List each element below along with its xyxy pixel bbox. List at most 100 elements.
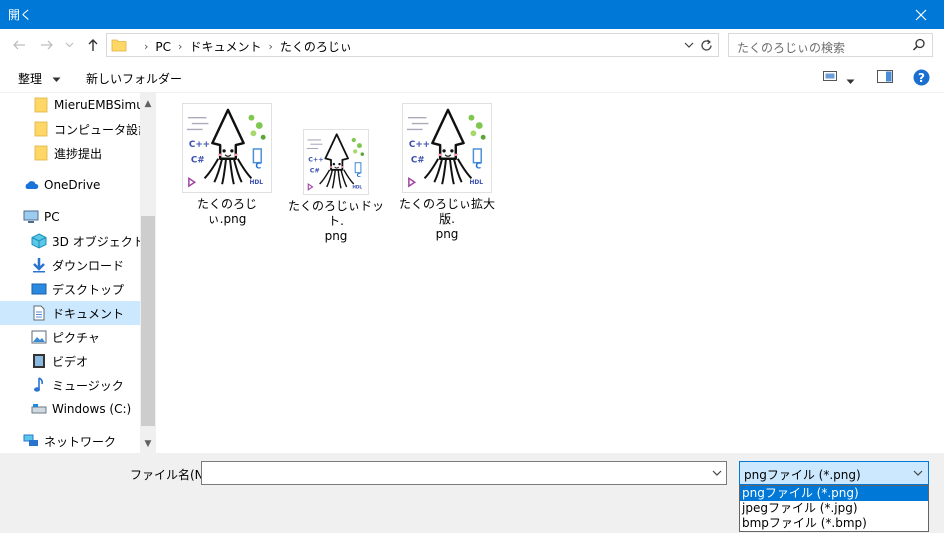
scroll-down-arrow-icon[interactable]: ▼	[140, 436, 156, 452]
sidebar-item-label: コンピュータ設計法	[54, 122, 140, 137]
cloud-icon	[23, 177, 39, 193]
filetype-option-jpg[interactable]: jpegファイル (*.jpg)	[740, 501, 928, 516]
up-arrow-icon	[88, 39, 98, 51]
window-title: 開く	[8, 8, 33, 22]
file-thumbnail	[402, 103, 492, 193]
cube-icon	[31, 233, 47, 249]
organize-label: 整理	[18, 72, 43, 86]
refresh-button[interactable]	[698, 37, 715, 54]
chevron-down-icon[interactable]	[684, 39, 694, 51]
close-button[interactable]	[898, 0, 944, 29]
sidebar-item-label: デスクトップ	[52, 282, 125, 297]
chevron-down-icon[interactable]	[712, 467, 722, 479]
filetype-selected: pngファイル (*.png)	[744, 468, 861, 482]
title-bar: 開く	[0, 0, 944, 29]
chevron-right-icon: ›	[144, 40, 149, 53]
file-thumbnail	[303, 129, 369, 195]
breadcrumb-current-folder[interactable]: たくのろじぃ	[280, 38, 352, 55]
recent-locations-button[interactable]	[63, 36, 75, 54]
computer-icon	[23, 209, 39, 225]
network-icon	[23, 433, 39, 449]
svg-text:?: ?	[918, 71, 925, 85]
sidebar-item-label: Windows (C:)	[52, 402, 132, 416]
search-placeholder: たくのろじぃの検索	[737, 41, 846, 55]
chevron-down-icon	[913, 470, 923, 476]
filetype-option-png[interactable]: pngファイル (*.png)	[740, 486, 928, 501]
sidebar-item-label: MieruEMBSimulator	[54, 98, 140, 112]
sidebar-item-label: ビデオ	[52, 354, 89, 369]
sidebar-item-label: ダウンロード	[52, 258, 125, 273]
sidebar-scrollbar[interactable]: ▲ ▼	[140, 93, 156, 453]
file-item[interactable]: たくのろじぃ拡大版. png	[399, 103, 495, 242]
help-button[interactable]: ?	[913, 69, 930, 89]
change-view-button[interactable]	[823, 70, 837, 85]
scrollbar-thumb[interactable]	[141, 216, 155, 426]
sidebar-item-mieruembsimulator[interactable]: MieruEMBSimulator	[0, 93, 140, 117]
file-name: png	[435, 227, 459, 241]
sidebar-item-documents[interactable]: ドキュメント	[0, 301, 140, 325]
preview-pane-icon	[877, 70, 893, 83]
sidebar-item-music[interactable]: ミュージック	[0, 373, 140, 397]
document-icon	[31, 305, 47, 321]
chevron-right-icon: ›	[178, 40, 183, 53]
sidebar-item-computer-design[interactable]: コンピュータ設計法	[0, 117, 140, 141]
folder-icon	[33, 97, 49, 113]
back-arrow-icon	[13, 40, 25, 50]
file-name: png	[324, 229, 348, 243]
sidebar-item-label: ドキュメント	[52, 306, 125, 321]
forward-arrow-icon	[41, 40, 53, 50]
filetype-select[interactable]: pngファイル (*.png)	[739, 461, 929, 485]
new-folder-button[interactable]: 新しいフォルダー	[86, 70, 182, 87]
back-button[interactable]	[10, 36, 28, 54]
scroll-up-arrow-icon[interactable]: ▲	[140, 96, 156, 112]
refresh-icon	[701, 39, 712, 51]
filetype-dropdown-list: pngファイル (*.png) jpegファイル (*.jpg) bmpファイル…	[739, 485, 929, 532]
folder-icon	[33, 121, 49, 137]
file-thumbnail	[182, 103, 272, 193]
filetype-option-bmp[interactable]: bmpファイル (*.bmp)	[740, 516, 928, 531]
sidebar-item-label: 進捗提出	[54, 146, 103, 161]
breadcrumb-documents[interactable]: ドキュメント	[189, 38, 261, 55]
file-item[interactable]: たくのろじぃドット. png	[288, 129, 384, 244]
filename-input[interactable]	[201, 461, 727, 485]
sidebar-item-network[interactable]: ネットワーク	[0, 429, 140, 453]
sidebar-item-desktop[interactable]: デスクトップ	[0, 277, 140, 301]
file-name: たくのろじぃ拡大版.	[399, 197, 496, 226]
search-box[interactable]: たくのろじぃの検索	[728, 33, 933, 57]
file-name: たくのろじぃ.png	[196, 197, 257, 226]
preview-pane-button[interactable]	[877, 70, 893, 86]
chevron-down-icon	[65, 42, 73, 48]
chevron-right-icon: ›	[268, 40, 273, 53]
sidebar-item-pictures[interactable]: ピクチャ	[0, 325, 140, 349]
drive-icon	[31, 401, 47, 417]
sidebar-item-3d-objects[interactable]: 3D オブジェクト	[0, 229, 140, 253]
sidebar-item-label: PC	[44, 210, 60, 224]
command-bar: 整理 新しいフォルダー ?	[0, 62, 944, 93]
folder-icon	[111, 39, 127, 52]
desktop-icon	[31, 281, 47, 297]
sidebar-item-windows-c[interactable]: Windows (C:)	[0, 397, 140, 421]
sidebar-item-label: ネットワーク	[44, 434, 117, 449]
sidebar-item-progress-report[interactable]: 進捗提出	[0, 141, 140, 165]
sidebar-item-pc[interactable]: PC	[0, 205, 140, 229]
sidebar-item-downloads[interactable]: ダウンロード	[0, 253, 140, 277]
sidebar-item-label: ピクチャ	[52, 330, 100, 345]
bottom-panel: ファイル名(N): pngファイル (*.png) pngファイル (*.png…	[0, 453, 944, 533]
forward-button[interactable]	[38, 36, 56, 54]
address-bar[interactable]: › PC › ドキュメント › たくのろじぃ	[106, 33, 719, 57]
sidebar-item-label: 3D オブジェクト	[52, 234, 140, 249]
folder-icon	[33, 145, 49, 161]
sidebar-item-onedrive[interactable]: OneDrive	[0, 173, 140, 197]
organize-button[interactable]: 整理	[18, 70, 61, 87]
chevron-down-icon	[52, 77, 61, 82]
download-icon	[31, 257, 47, 273]
file-item[interactable]: たくのろじぃ.png	[179, 103, 275, 227]
picture-icon	[31, 329, 47, 345]
help-icon: ?	[913, 69, 930, 86]
breadcrumb-pc[interactable]: PC	[155, 40, 171, 54]
music-icon	[31, 377, 47, 393]
sidebar-item-videos[interactable]: ビデオ	[0, 349, 140, 373]
up-button[interactable]	[84, 36, 102, 54]
navigation-pane: MieruEMBSimulator コンピュータ設計法 進捗提出 OneDriv…	[0, 93, 156, 453]
view-options-button[interactable]	[846, 74, 855, 88]
